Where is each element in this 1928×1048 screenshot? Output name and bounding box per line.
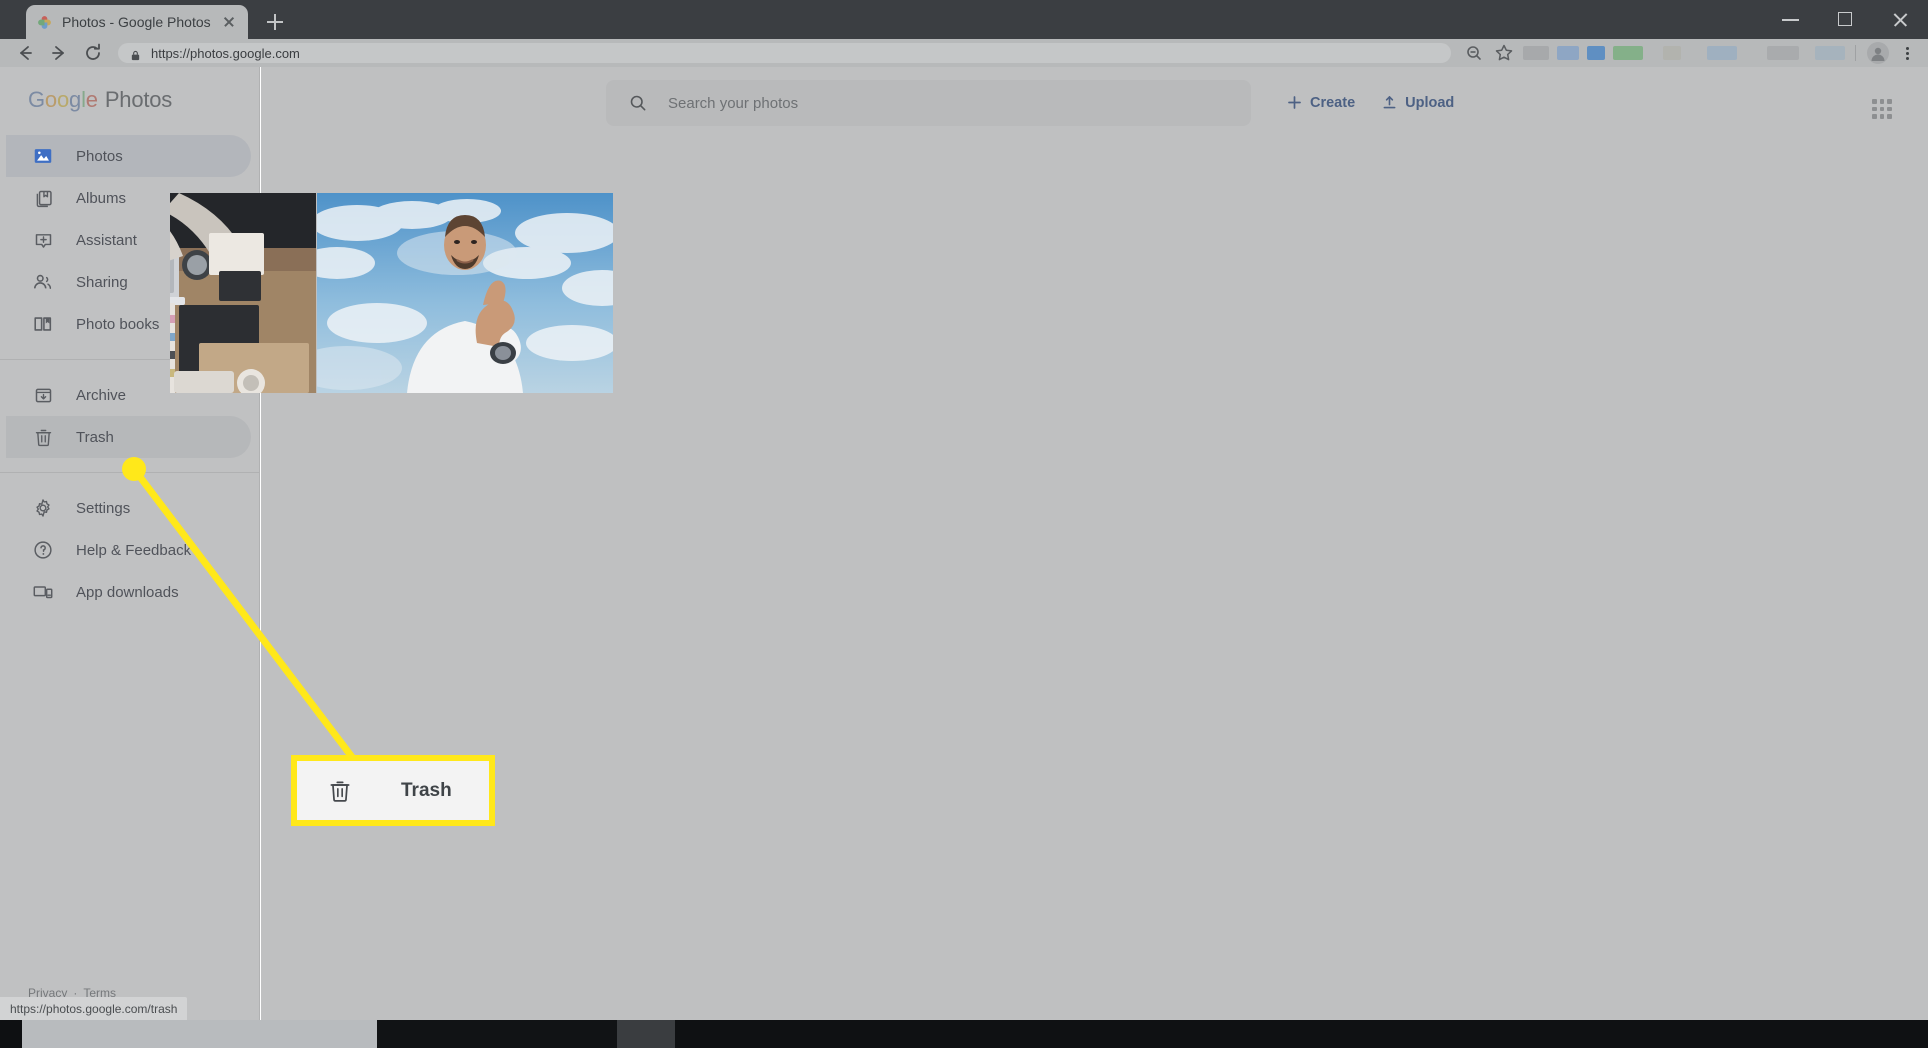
sidebar-item-app-downloads[interactable]: App downloads — [6, 571, 251, 613]
extension-icon[interactable] — [1707, 46, 1737, 60]
brand-letter: g — [69, 87, 82, 112]
forward-arrow-icon[interactable] — [42, 39, 76, 67]
sidebar-item-label: Photos — [76, 147, 123, 165]
lock-icon — [130, 48, 141, 60]
tab-strip: Photos - Google Photos — [0, 0, 1928, 39]
extension-icon[interactable] — [1523, 46, 1549, 60]
new-tab-button[interactable] — [262, 9, 288, 35]
brand-letter: e — [85, 87, 98, 112]
tab-title: Photos - Google Photos — [62, 14, 211, 30]
zoom-out-icon[interactable] — [1459, 39, 1489, 67]
sharing-people-icon — [32, 271, 54, 293]
search-placeholder: Search your photos — [668, 94, 799, 112]
photo-grid — [170, 193, 613, 393]
help-circle-icon — [32, 539, 54, 561]
plus-icon — [1286, 94, 1303, 111]
extension-icon[interactable] — [1557, 46, 1579, 60]
assistant-plus-icon — [32, 229, 54, 251]
extension-icon[interactable] — [1613, 46, 1643, 60]
google-photos-pinwheel-icon — [36, 14, 53, 31]
browser-toolbar: https://photos.google.com — [0, 39, 1928, 67]
extension-icon[interactable] — [1663, 46, 1681, 60]
toolbar-divider — [1855, 45, 1856, 61]
upload-button[interactable]: Upload — [1381, 94, 1454, 111]
brand-letter: o — [56, 87, 70, 112]
content-header: Search your photos Create Upload — [261, 67, 1928, 133]
sidebar-item-label: Help & Feedback — [76, 541, 192, 559]
browser-tab[interactable]: Photos - Google Photos — [26, 5, 248, 39]
brand-logo: Google Photos — [0, 67, 259, 129]
brand-product: Photos — [104, 87, 173, 112]
search-icon — [628, 93, 648, 113]
sidebar-item-help-feedback[interactable]: Help & Feedback — [6, 529, 251, 571]
sidebar-item-label: Archive — [76, 386, 127, 404]
create-button[interactable]: Create — [1286, 94, 1355, 111]
brand-letter: G — [28, 87, 45, 112]
photo-thumbnail[interactable] — [317, 193, 613, 393]
sidebar-item-photos[interactable]: Photos — [6, 135, 251, 177]
gear-icon — [32, 497, 54, 519]
sidebar-item-label: App downloads — [76, 583, 179, 601]
photo-book-icon — [32, 313, 54, 335]
sidebar-item-trash[interactable]: Trash — [6, 416, 251, 458]
sidebar-item-label: Sharing — [76, 273, 128, 291]
close-icon[interactable] — [1873, 0, 1928, 39]
sidebar-group-support: Settings Help & Feedback App downloads — [0, 481, 259, 619]
archive-icon — [32, 384, 54, 406]
extension-icon[interactable] — [1767, 46, 1799, 60]
chrome-menu-icon[interactable] — [1894, 39, 1920, 67]
address-bar[interactable]: https://photos.google.com — [118, 43, 1451, 63]
window-controls — [1763, 0, 1928, 39]
sidebar-item-label: Assistant — [76, 231, 137, 249]
upload-label: Upload — [1405, 94, 1455, 111]
toolbar-right-icons — [1459, 39, 1920, 67]
search-input[interactable]: Search your photos — [606, 80, 1251, 126]
trash-icon — [32, 426, 54, 448]
bookmark-star-icon[interactable] — [1489, 39, 1519, 67]
reload-icon[interactable] — [76, 39, 110, 67]
header-actions: Create Upload — [1286, 94, 1454, 111]
upload-icon — [1381, 94, 1398, 111]
back-arrow-icon[interactable] — [8, 39, 42, 67]
profile-avatar[interactable] — [1867, 42, 1889, 64]
create-label: Create — [1310, 94, 1356, 111]
url-text: https://photos.google.com — [151, 45, 300, 61]
sidebar-item-label: Photo books — [76, 315, 160, 333]
sidebar-item-label: Settings — [76, 499, 131, 517]
link-status-bar: https://photos.google.com/trash — [0, 997, 188, 1020]
apps-grid-icon[interactable] — [1869, 96, 1895, 122]
sidebar-item-label: Albums — [76, 189, 127, 207]
devices-icon — [32, 581, 54, 603]
sidebar-divider — [0, 472, 259, 473]
main-content: Search your photos Create Upload — [170, 67, 1928, 1020]
status-url: https://photos.google.com/trash — [10, 1001, 178, 1016]
sidebar-item-settings[interactable]: Settings — [6, 487, 251, 529]
tab-close-icon[interactable] — [220, 13, 238, 31]
maximize-icon[interactable] — [1818, 0, 1873, 39]
photo-image-icon — [32, 145, 54, 167]
brand-letter: o — [44, 87, 57, 112]
os-taskbar — [0, 1020, 1928, 1048]
minimize-icon[interactable] — [1763, 0, 1818, 39]
sidebar-item-label: Trash — [76, 428, 114, 446]
extension-icon[interactable] — [1815, 46, 1845, 60]
page-viewport: Google Photos Photos Albums Assistant Sh… — [0, 67, 1928, 1020]
photo-thumbnail[interactable] — [170, 193, 316, 393]
extension-icon[interactable] — [1587, 46, 1605, 60]
albums-icon — [32, 187, 54, 209]
browser-window: Photos - Google Photos https://photos.go… — [0, 0, 1928, 1048]
